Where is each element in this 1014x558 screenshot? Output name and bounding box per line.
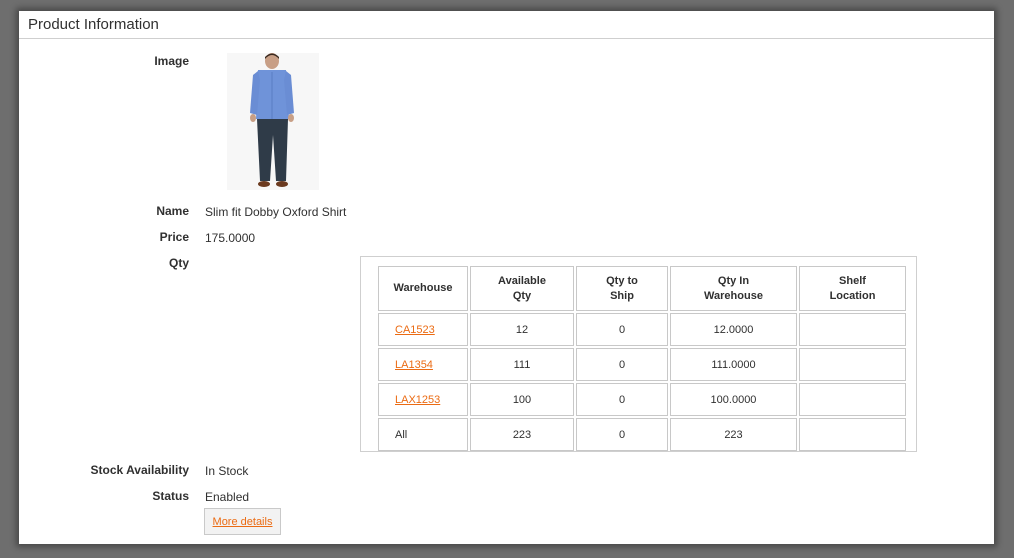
qty-in-warehouse-cell: 223	[670, 418, 797, 451]
qty-to-ship-cell: 0	[576, 348, 668, 381]
warehouse-cell: LA1354	[378, 348, 468, 381]
status-label: Status	[152, 489, 189, 503]
table-row-total: All 223 0 223	[378, 418, 906, 451]
qty-label: Qty	[168, 256, 189, 270]
col-header-qty-to-ship: Qty to Ship	[576, 266, 668, 311]
warehouse-link[interactable]: LA1354	[395, 359, 433, 371]
name-label: Name	[156, 204, 189, 218]
shelf-location-cell	[799, 313, 906, 346]
col-header-qty-in-warehouse: Qty In Warehouse	[670, 266, 797, 311]
product-image	[227, 53, 319, 190]
col-header-warehouse: Warehouse	[378, 266, 468, 311]
title-divider	[19, 38, 994, 39]
product-information-panel: Product Information Image Name Slim fit	[19, 11, 994, 544]
qty-to-ship-cell: 0	[576, 313, 668, 346]
qty-in-warehouse-cell: 100.0000	[670, 383, 797, 416]
available-qty-cell: 100	[470, 383, 574, 416]
warehouse-cell: All	[378, 418, 468, 451]
stock-availability-label: Stock Availability	[90, 463, 189, 477]
col-header-shelf-location: Shelf Location	[799, 266, 906, 311]
table-row: LAX1253 100 0 100.0000	[378, 383, 906, 416]
shelf-location-cell	[799, 348, 906, 381]
price-label: Price	[159, 230, 189, 244]
product-photo-icon	[227, 53, 319, 190]
qty-to-ship-cell: 0	[576, 418, 668, 451]
table-row: CA1523 12 0 12.0000	[378, 313, 906, 346]
price-value: 175.0000	[205, 231, 256, 245]
available-qty-cell: 111	[470, 348, 574, 381]
warehouse-link[interactable]: CA1523	[395, 324, 435, 336]
warehouse-link[interactable]: LAX1253	[395, 394, 440, 406]
qty-table-container: Warehouse Available Qty Qty to Ship Qty In…	[360, 256, 917, 452]
warehouse-cell: CA1523	[378, 313, 468, 346]
col-header-available-qty: Available Qty	[470, 266, 574, 311]
section-title: Product Information	[28, 16, 159, 33]
qty-to-ship-cell: 0	[576, 383, 668, 416]
shelf-location-cell	[799, 418, 906, 451]
stock-availability-value: In Stock	[205, 464, 249, 478]
warehouse-qty-table: Warehouse Available Qty Qty to Ship Qty In…	[376, 264, 908, 453]
table-row: LA1354 111 0 111.0000	[378, 348, 906, 381]
warehouse-cell: LAX1253	[378, 383, 468, 416]
more-details-button[interactable]: More details	[204, 508, 281, 535]
available-qty-cell: 223	[470, 418, 574, 451]
qty-in-warehouse-cell: 12.0000	[670, 313, 797, 346]
qty-in-warehouse-cell: 111.0000	[670, 348, 797, 381]
shelf-location-cell	[799, 383, 906, 416]
image-label: Image	[154, 54, 189, 68]
table-header-row: Warehouse Available Qty Qty to Ship Qty In…	[378, 266, 906, 311]
name-value: Slim fit Dobby Oxford Shirt	[205, 205, 347, 219]
status-value: Enabled	[205, 490, 250, 504]
available-qty-cell: 12	[470, 313, 574, 346]
